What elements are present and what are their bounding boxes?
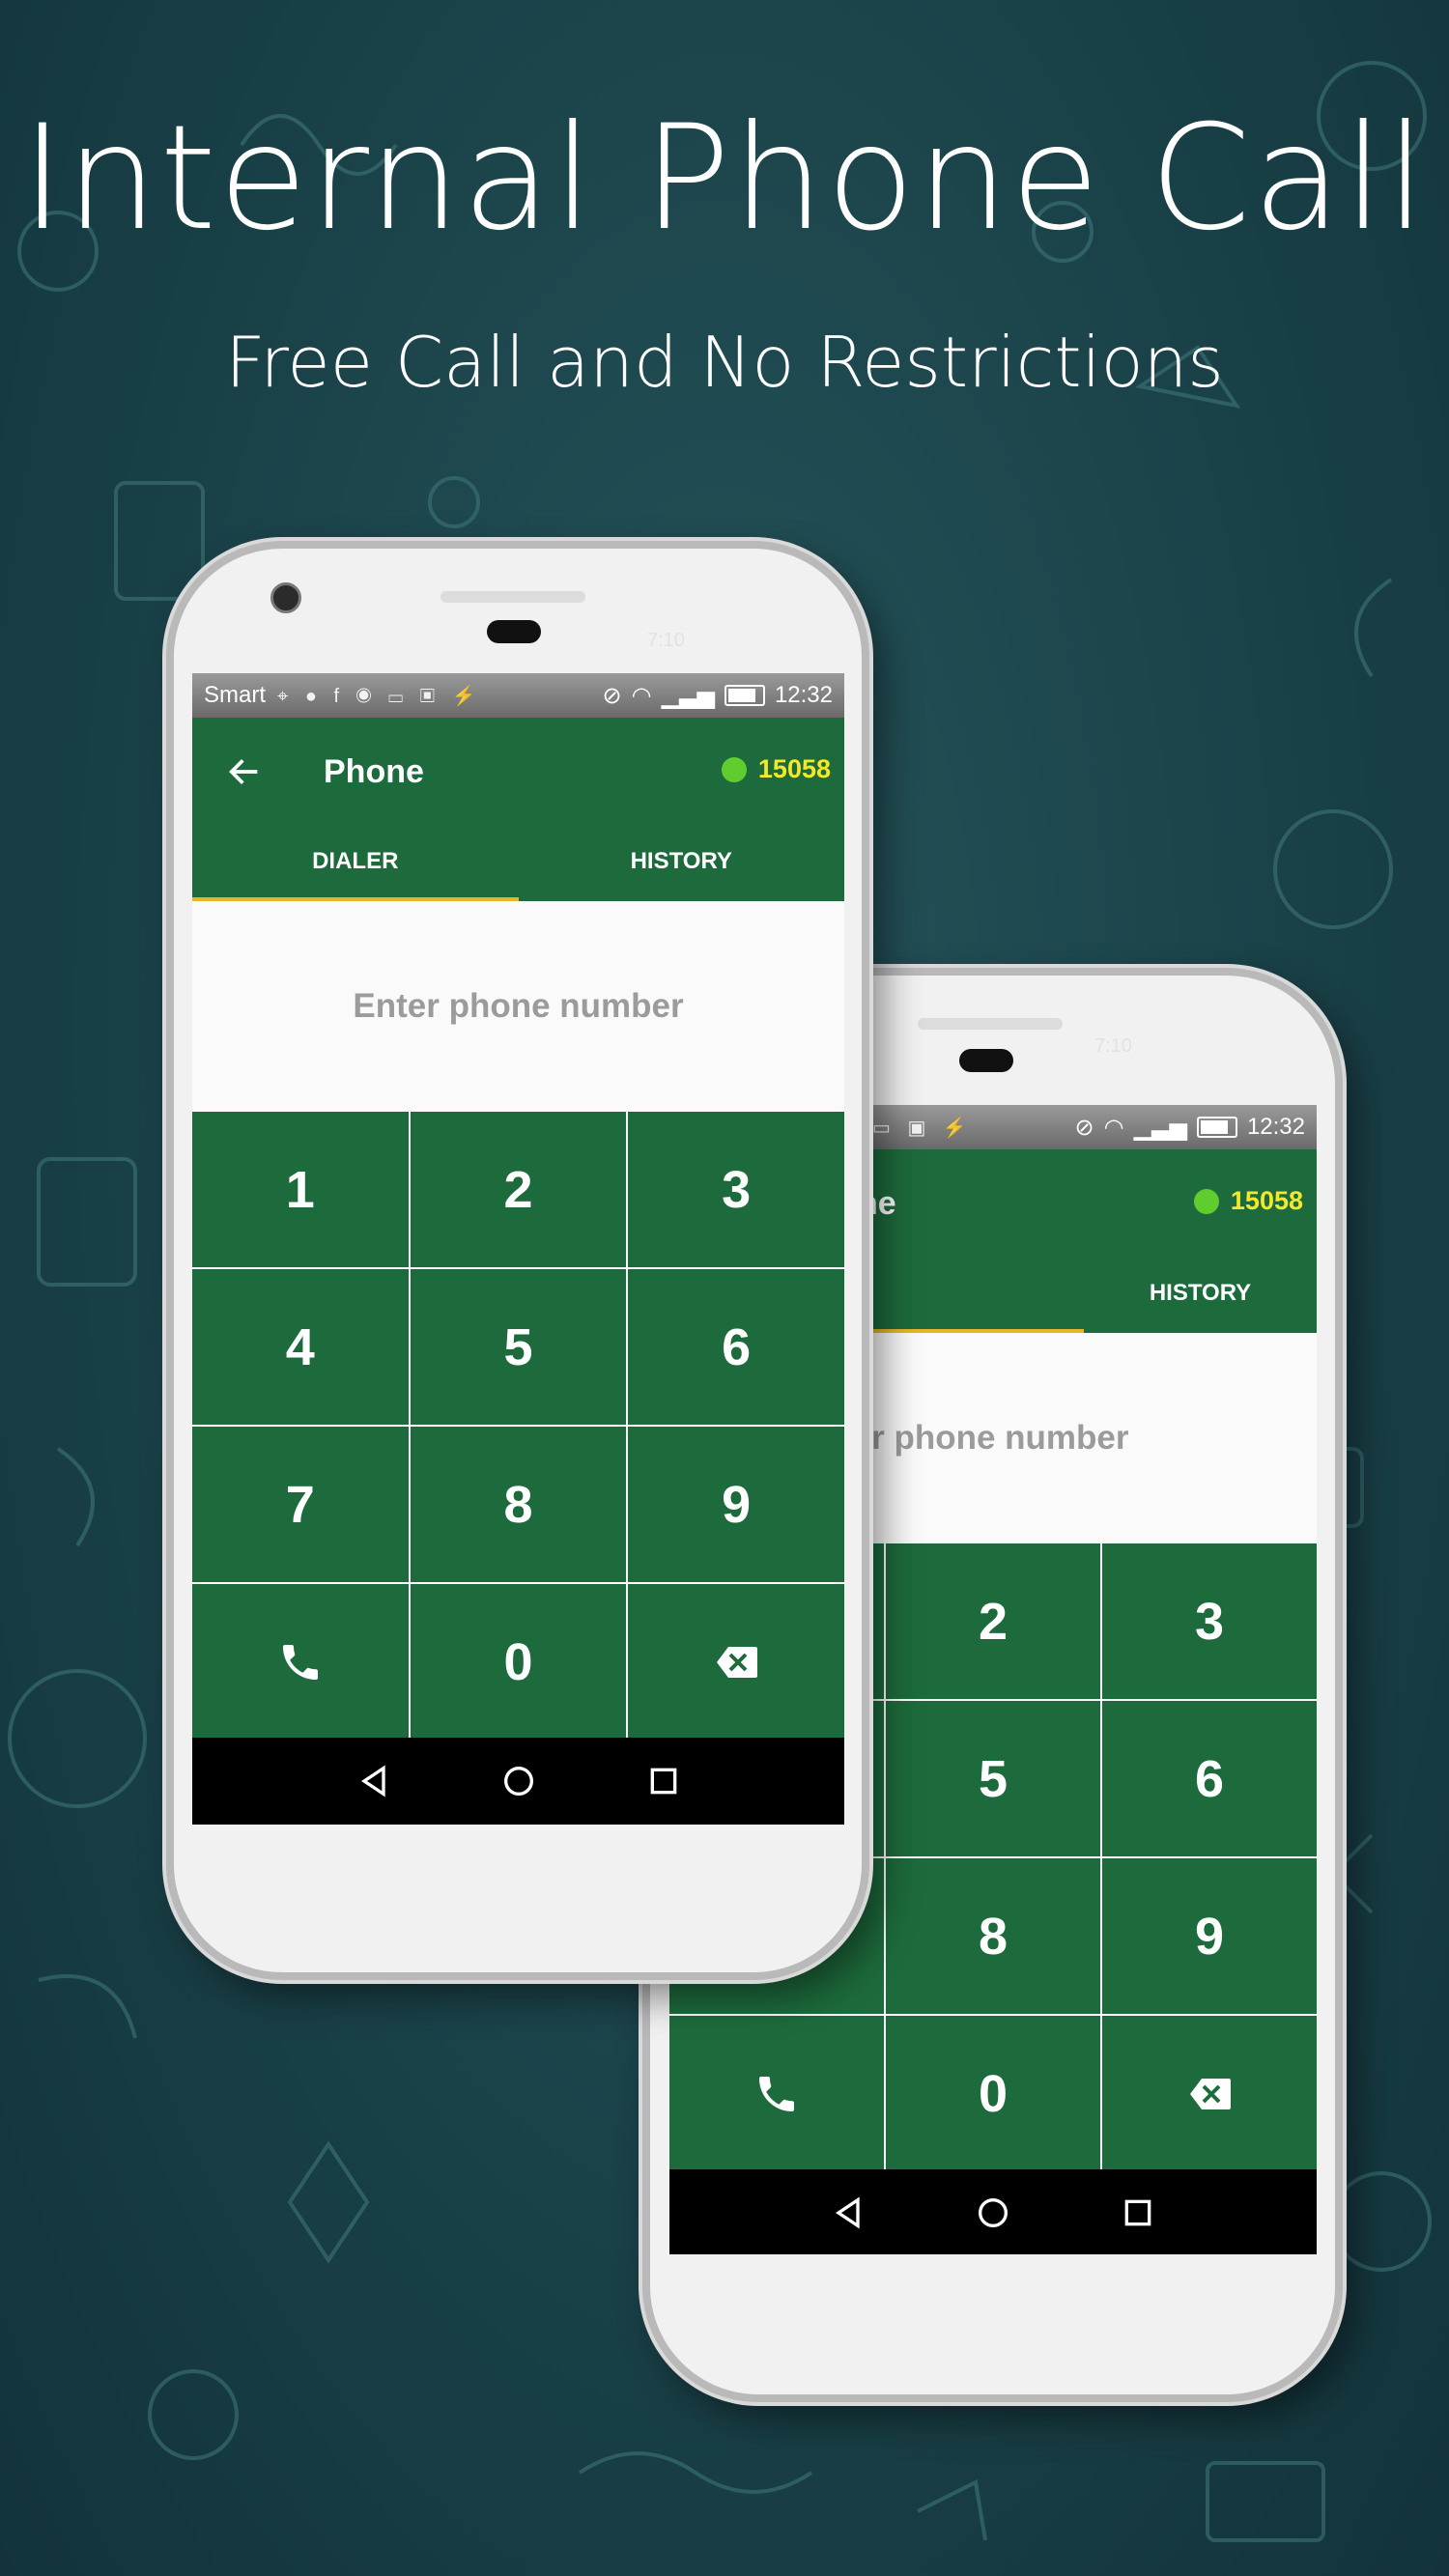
back-tab-history-label: HISTORY [1149,1280,1252,1306]
back-key-6[interactable]: 6 [1102,1701,1317,1856]
front-tabs: DIALER HISTORY [192,822,844,901]
phone-icon [282,1644,318,1680]
mute-icon: ⊘ [602,682,622,709]
phone-icon [759,2076,794,2111]
front-phone: 7:10 Smart ⌖ ● f ◉ ▭ ▣ ⚡ ⊘ ◠ ▁▃▅ 12:32 P… [166,541,869,1980]
key-5[interactable]: 5 [410,1269,627,1425]
square-recents-icon[interactable] [1119,2194,1157,2232]
back-key-5[interactable]: 5 [886,1701,1100,1856]
phone-number-placeholder: Enter phone number [353,987,684,1025]
back-phone-ghost-time: 7:10 [1094,1035,1132,1057]
tab-history-label: HISTORY [630,848,732,874]
key-6[interactable]: 6 [628,1269,844,1425]
back-status-right: ⊘ ◠ ▁▃▅ 12:32 [1075,1114,1306,1142]
tab-dialer-label: DIALER [312,848,399,874]
tab-dialer[interactable]: DIALER [192,822,519,901]
key-4[interactable]: 4 [192,1269,409,1425]
front-status-bar: Smart ⌖ ● f ◉ ▭ ▣ ⚡ ⊘ ◠ ▁▃▅ 12:32 [192,673,844,718]
delete-button[interactable] [628,1584,844,1740]
front-phone-screen: Smart ⌖ ● f ◉ ▭ ▣ ⚡ ⊘ ◠ ▁▃▅ 12:32 Phone … [192,673,844,1825]
triangle-back-icon[interactable] [829,2194,867,2232]
phone-number-input[interactable]: Enter phone number [192,901,844,1112]
back-nav-bar [669,2169,1317,2254]
back-delete-button[interactable] [1102,2016,1317,2171]
key-1[interactable]: 1 [192,1112,409,1267]
back-phone-earpiece [959,1049,1013,1072]
back-key-2[interactable]: 2 [886,1543,1100,1699]
circle-home-icon[interactable] [499,1762,538,1800]
arrow-left-icon[interactable] [225,752,264,791]
back-key-9[interactable]: 9 [1102,1858,1317,2014]
front-nav-bar [192,1738,844,1825]
front-app-bar: Phone 15058 DIALER HISTORY [192,718,844,901]
back-credit-badge: 15058 [1193,1186,1303,1216]
back-notification-icons: ▭ ▣ ⚡ [872,1117,973,1139]
back-key-8[interactable]: 8 [886,1858,1100,2014]
triangle-back-icon[interactable] [355,1762,393,1800]
front-status-time: 12:32 [774,682,833,708]
credit-badge: 15058 [721,754,831,784]
back-phone-number-placeholder: ter phone number [841,1419,1129,1457]
back-credit-value: 15058 [1230,1186,1303,1215]
key-3[interactable]: 3 [628,1112,844,1267]
promo-subheadline: Free Call and No Restrictions [225,322,1224,403]
battery-icon [1196,1117,1237,1138]
key-8[interactable]: 8 [410,1427,627,1582]
key-7[interactable]: 7 [192,1427,409,1582]
front-phone-ghost-time: 7:10 [647,630,685,651]
mute-icon: ⊘ [1074,1114,1094,1141]
key-0[interactable]: 0 [410,1584,627,1740]
wifi-icon: ◠ [631,682,652,709]
dial-keypad: 1 2 3 4 5 6 7 8 9 0 [192,1112,844,1740]
back-status-time: 12:32 [1246,1114,1305,1140]
front-status-right: ⊘ ◠ ▁▃▅ 12:32 [603,682,834,710]
backspace-icon [1190,2078,1231,2109]
key-2[interactable]: 2 [410,1112,627,1267]
tab-history[interactable]: HISTORY [519,822,845,901]
wifi-icon: ◠ [1103,1114,1124,1141]
promo-headline: Internal Phone Call [20,95,1429,263]
online-status-dot [1193,1188,1219,1214]
key-9[interactable]: 9 [628,1427,844,1582]
online-status-dot [721,756,747,782]
back-tab-history[interactable]: HISTORY [1084,1254,1317,1333]
signal-icon: ▁▃▅ [1133,1114,1187,1141]
front-phone-earpiece [487,620,541,643]
carrier-name: Smart [204,682,267,708]
front-notification-icons: ⌖ ● f ◉ ▭ ▣ ⚡ [277,685,482,707]
front-camera [270,582,301,613]
app-title: Phone [324,753,424,790]
credit-value: 15058 [757,754,831,783]
circle-home-icon[interactable] [974,2194,1012,2232]
back-phone-speaker-grill [918,1018,1063,1030]
square-recents-icon[interactable] [644,1762,683,1800]
call-button[interactable] [192,1584,409,1740]
backspace-icon [717,1646,758,1678]
back-call-button[interactable] [669,2016,884,2171]
battery-icon [724,685,765,706]
front-phone-speaker-grill [440,591,585,603]
back-key-0[interactable]: 0 [886,2016,1100,2171]
signal-icon: ▁▃▅ [661,682,715,709]
back-key-3[interactable]: 3 [1102,1543,1317,1699]
